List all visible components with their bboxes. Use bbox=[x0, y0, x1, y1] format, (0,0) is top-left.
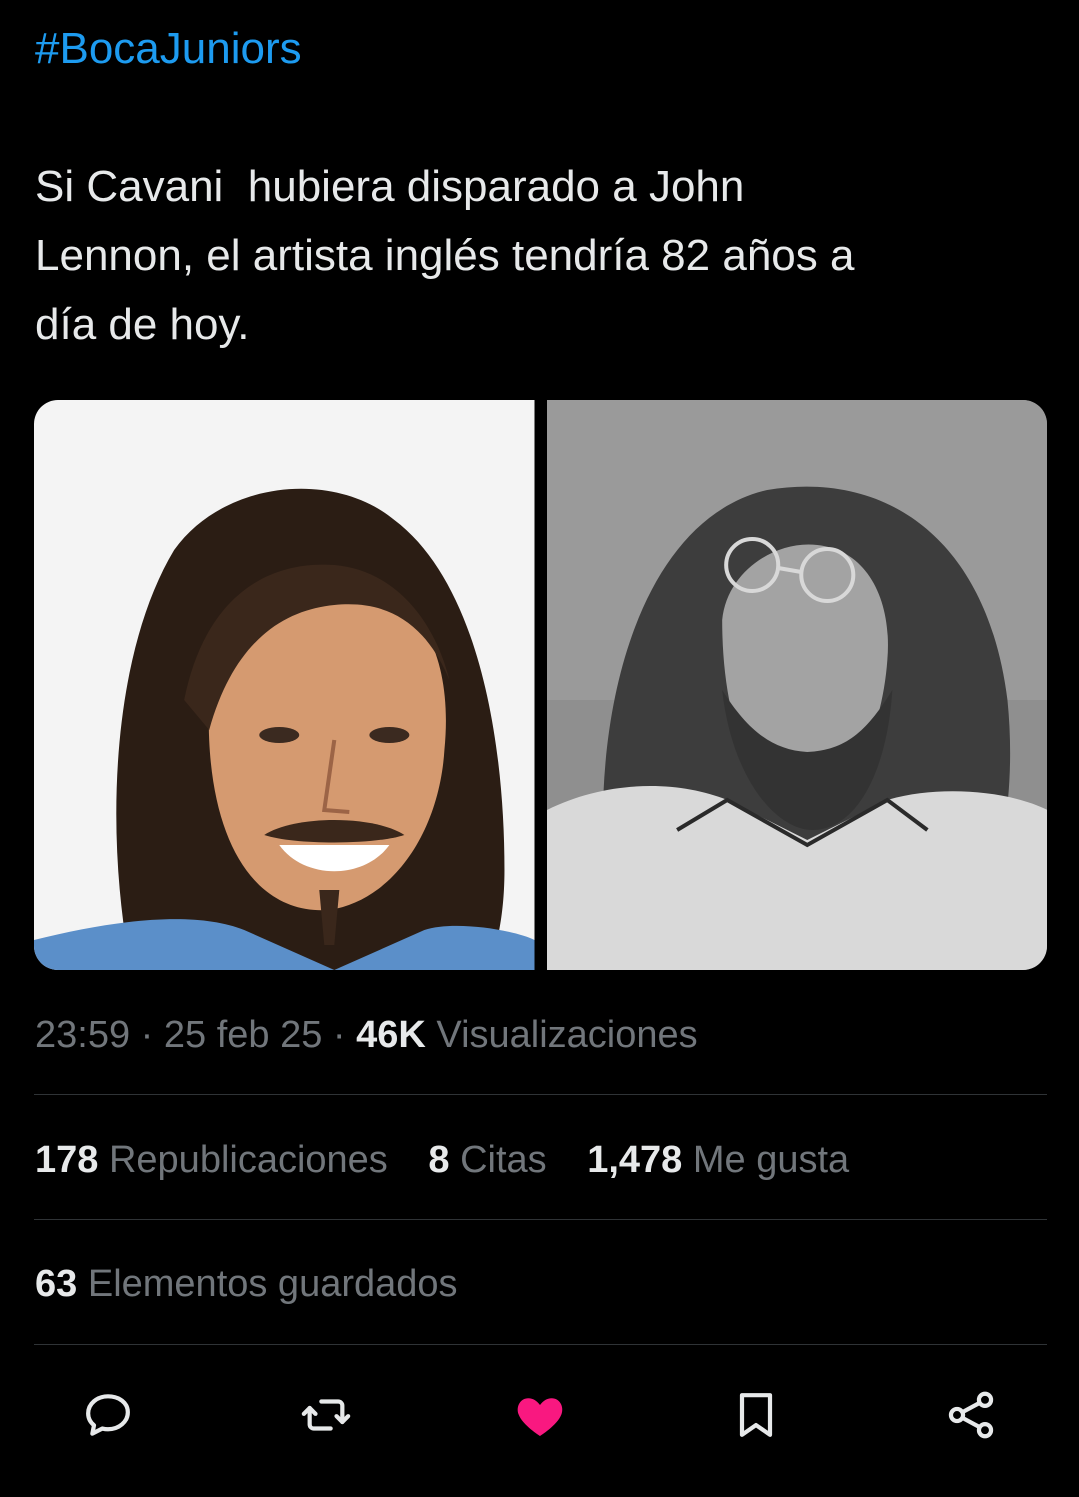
action-bar bbox=[0, 1385, 1079, 1445]
likes-label: Me gusta bbox=[692, 1139, 850, 1181]
reply-icon bbox=[86, 1394, 130, 1436]
reposts-label: Republicaciones bbox=[108, 1139, 388, 1181]
likes-stat[interactable]: 1,478 Me gusta bbox=[587, 1139, 849, 1181]
tweet-meta: 23:59 · 25 feb 25 · 46K Visualizaciones bbox=[35, 1010, 698, 1060]
views-label: Visualizaciones bbox=[436, 1014, 698, 1056]
photo-cavani[interactable] bbox=[34, 400, 535, 970]
repost-icon bbox=[301, 1399, 351, 1431]
saved-stat: 63 Elementos guardados bbox=[35, 1258, 458, 1310]
share-icon bbox=[948, 1391, 994, 1439]
repost-button[interactable] bbox=[296, 1385, 356, 1445]
divider bbox=[34, 1344, 1047, 1345]
meta-separator: · bbox=[332, 1014, 346, 1056]
quotes-count: 8 bbox=[428, 1139, 450, 1181]
divider bbox=[34, 1219, 1047, 1220]
engagement-stats: 178 Republicaciones 8 Citas 1,478 Me gus… bbox=[35, 1134, 879, 1186]
bookmark-icon bbox=[739, 1393, 773, 1437]
share-button[interactable] bbox=[941, 1385, 1001, 1445]
views-count: 46K bbox=[356, 1014, 426, 1056]
photo-lennon[interactable] bbox=[546, 400, 1047, 970]
divider bbox=[34, 1094, 1047, 1095]
quotes-stat[interactable]: 8 Citas bbox=[428, 1139, 557, 1181]
likes-count: 1,478 bbox=[587, 1139, 683, 1181]
quotes-label: Citas bbox=[460, 1139, 547, 1181]
saved-label: Elementos guardados bbox=[87, 1263, 458, 1305]
reposts-count: 178 bbox=[35, 1139, 99, 1181]
reply-button[interactable] bbox=[78, 1385, 138, 1445]
tweet-text: Si Cavani hubiera disparado a John Lenno… bbox=[35, 162, 855, 349]
reposts-stat[interactable]: 178 Republicaciones bbox=[35, 1139, 398, 1181]
tweet-date[interactable]: 25 feb 25 bbox=[164, 1014, 322, 1056]
saved-count: 63 bbox=[35, 1263, 78, 1305]
media-grid bbox=[34, 400, 1047, 970]
like-button[interactable] bbox=[510, 1385, 570, 1445]
tweet-time[interactable]: 23:59 bbox=[35, 1014, 130, 1056]
bookmark-button[interactable] bbox=[726, 1385, 786, 1445]
heart-icon bbox=[517, 1398, 563, 1436]
hashtag-link[interactable]: #BocaJuniors bbox=[35, 22, 302, 76]
meta-separator: · bbox=[140, 1014, 154, 1056]
